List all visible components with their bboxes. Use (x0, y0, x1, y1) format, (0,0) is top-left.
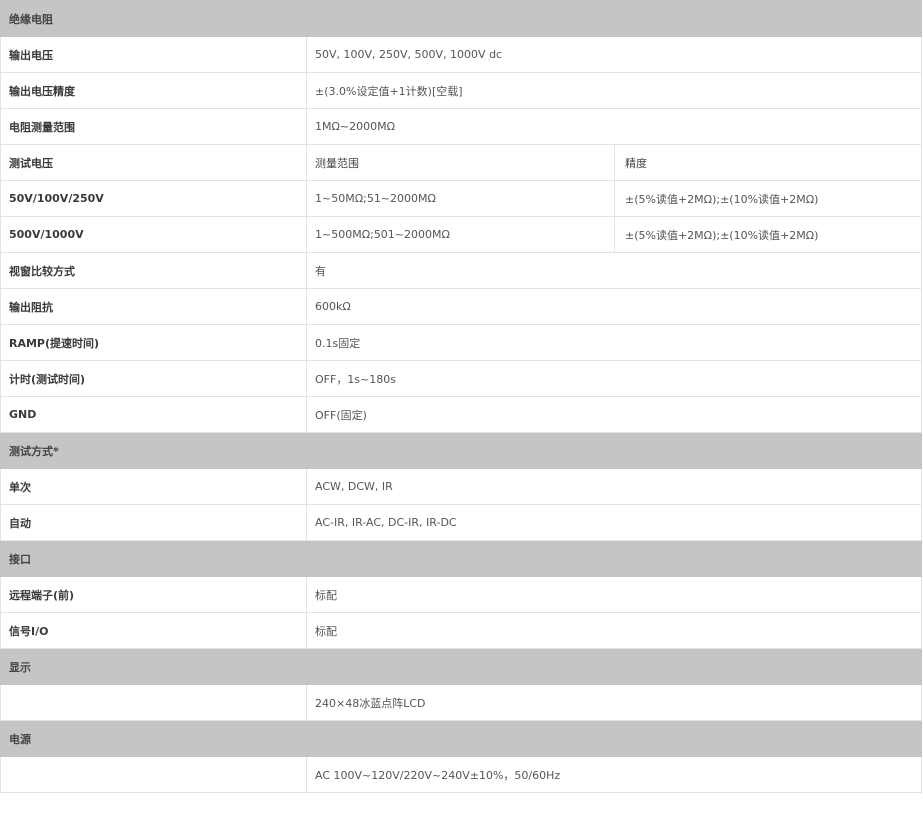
section-title: 显示 (0, 648, 923, 685)
spec-value: 1~50MΩ;51~2000MΩ (306, 180, 615, 217)
spec-value: 600kΩ (305, 288, 923, 325)
spec-value: 0.1s固定 (305, 324, 923, 361)
section-title: 绝缘电阻 (0, 0, 923, 37)
spec-row: 信号I/O 标配 (0, 612, 923, 649)
spec-accuracy: 精度 (613, 144, 923, 181)
spec-label: 远程端子(前) (0, 576, 307, 613)
spec-label: 单次 (0, 468, 307, 505)
spec-value: 1MΩ~2000MΩ (305, 108, 923, 145)
section-title: 测试方式* (0, 432, 923, 469)
spec-row: RAMP(提速时间) 0.1s固定 (0, 324, 923, 361)
spec-label: 测试电压 (0, 144, 307, 181)
spec-row: 自动 AC-IR, IR-AC, DC-IR, IR-DC (0, 504, 923, 541)
spec-row: 输出电压 50V, 100V, 250V, 500V, 1000V dc (0, 36, 923, 73)
spec-row: 输出阻抗 600kΩ (0, 288, 923, 325)
spec-row: 远程端子(前) 标配 (0, 576, 923, 613)
spec-label (0, 684, 307, 721)
spec-value: ACW, DCW, IR (305, 468, 923, 505)
spec-label: 输出阻抗 (0, 288, 307, 325)
spec-value: AC 100V~120V/220V~240V±10%，50/60Hz (305, 756, 923, 793)
section-header-row: 电源 (0, 720, 923, 757)
section-header-row: 测试方式* (0, 432, 923, 469)
spec-row: 50V/100V/250V 1~50MΩ;51~2000MΩ ±(5%读值+2MΩ)… (0, 180, 923, 217)
spec-label: 输出电压精度 (0, 72, 307, 109)
spec-row: 测试电压 测量范围 精度 (0, 144, 923, 181)
spec-label: 自动 (0, 504, 307, 541)
spec-row: 240×48冰蓝点阵LCD (0, 684, 923, 721)
spec-value: 标配 (305, 576, 923, 613)
spec-label: 500V/1000V (0, 216, 307, 253)
section-header-row: 绝缘电阻 (0, 0, 923, 37)
section-header-row: 显示 (0, 648, 923, 685)
section-header-row: 接口 (0, 540, 923, 577)
spec-label: 50V/100V/250V (0, 180, 307, 217)
spec-value: OFF(固定) (305, 396, 923, 433)
spec-label: 计时(测试时间) (0, 360, 307, 397)
spec-table-body: 绝缘电阻 输出电压 50V, 100V, 250V, 500V, 1000V dc 输… (0, 0, 923, 793)
spec-table: 绝缘电阻 输出电压 50V, 100V, 250V, 500V, 1000V dc 输… (0, 0, 923, 793)
spec-row: 电阻测量范围 1MΩ~2000MΩ (0, 108, 923, 145)
spec-row: 单次 ACW, DCW, IR (0, 468, 923, 505)
spec-row: 输出电压精度 ±(3.0%设定值+1计数)[空载] (0, 72, 923, 109)
section-title: 接口 (0, 540, 923, 577)
spec-value: 240×48冰蓝点阵LCD (305, 684, 923, 721)
spec-value: 标配 (305, 612, 923, 649)
spec-value: 1~500MΩ;501~2000MΩ (306, 216, 615, 253)
spec-label: 电阻测量范围 (0, 108, 307, 145)
spec-value: OFF，1s~180s (305, 360, 923, 397)
spec-value: 有 (305, 252, 923, 289)
spec-label: 视窗比较方式 (0, 252, 307, 289)
spec-value: ±(3.0%设定值+1计数)[空载] (305, 72, 923, 109)
spec-label: 输出电压 (0, 36, 307, 73)
spec-row: 计时(测试时间) OFF，1s~180s (0, 360, 923, 397)
section-title: 电源 (0, 720, 923, 757)
spec-label: GND (0, 396, 307, 433)
spec-accuracy: ±(5%读值+2MΩ);±(10%读值+2MΩ) (613, 216, 923, 253)
spec-row: GND OFF(固定) (0, 396, 923, 433)
spec-value: AC-IR, IR-AC, DC-IR, IR-DC (305, 504, 923, 541)
spec-row: 视窗比较方式有 (0, 252, 923, 289)
spec-row: AC 100V~120V/220V~240V±10%，50/60Hz (0, 756, 923, 793)
spec-accuracy: ±(5%读值+2MΩ);±(10%读值+2MΩ) (613, 180, 923, 217)
spec-label: RAMP(提速时间) (0, 324, 307, 361)
spec-label: 信号I/O (0, 612, 307, 649)
spec-value: 50V, 100V, 250V, 500V, 1000V dc (305, 36, 923, 73)
spec-value: 测量范围 (306, 144, 615, 181)
spec-row: 500V/1000V 1~500MΩ;501~2000MΩ ±(5%读值+2MΩ);… (0, 216, 923, 253)
spec-label (0, 756, 307, 793)
